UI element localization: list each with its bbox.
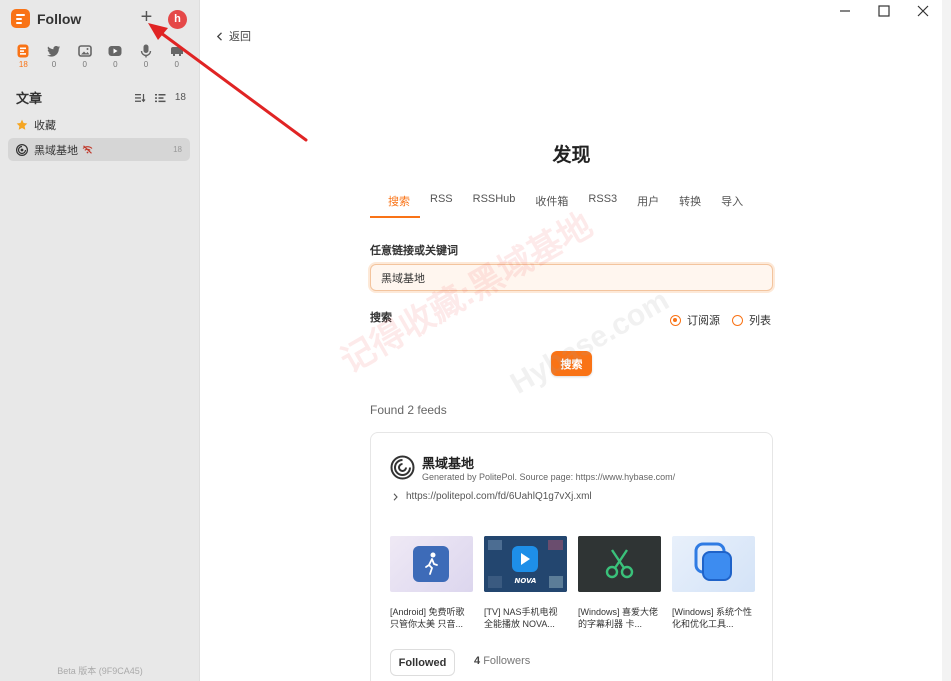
section-title: 文章 <box>16 91 43 106</box>
view-count: 0 <box>174 60 179 69</box>
twitter-icon <box>47 46 60 57</box>
chevron-right-icon <box>393 492 398 501</box>
section-count: 18 <box>174 92 186 103</box>
brand: Follow <box>11 9 81 28</box>
entry-title: [TV] NAS手机电视 全能播放 NOVA... <box>484 607 558 629</box>
squares-app-icon <box>694 542 732 581</box>
view-tab-videos[interactable]: 0 <box>100 44 131 69</box>
section-header: 文章 18 <box>16 88 186 107</box>
view-tab-notifications[interactable]: 0 <box>161 44 192 69</box>
entry-title: [Android] 免费听歌 只管你太美 只音... <box>390 607 465 629</box>
chevron-left-icon <box>216 31 222 41</box>
add-feed-button[interactable]: + <box>137 7 156 28</box>
radio-feed[interactable]: 订阅源 <box>670 312 720 328</box>
scissors-app-icon <box>578 536 661 592</box>
view-count: 0 <box>113 60 118 69</box>
tab-transform[interactable]: 转换 <box>669 193 711 217</box>
entry-item[interactable]: NOVA [TV] NAS手机电视 全能播放 NOVA... <box>484 536 567 630</box>
picture-icon <box>77 45 92 57</box>
followed-button[interactable]: Followed <box>390 649 455 676</box>
sidebar-item-feed[interactable]: 黑域基地 18 <box>8 138 190 161</box>
tab-user[interactable]: 用户 <box>627 193 669 217</box>
keyword-input[interactable] <box>370 264 773 291</box>
discover-tabs: 搜索 RSS RSSHub 收件箱 RSS3 用户 转换 导入 <box>370 193 753 218</box>
feed-url-text: https://politepol.com/fd/6UahlQ1g7vXj.xm… <box>406 491 592 502</box>
entry-thumbnail <box>390 536 473 592</box>
feed-url[interactable]: https://politepol.com/fd/6UahlQ1g7vXj.xm… <box>393 491 592 502</box>
followers-number: 4 <box>474 655 481 667</box>
scrollbar[interactable] <box>942 0 951 681</box>
entry-title: [Windows] 系统个性化和优化工具... <box>672 607 753 629</box>
view-tab-articles[interactable]: 18 <box>8 44 39 69</box>
walking-app-icon <box>413 546 449 582</box>
close-icon[interactable] <box>916 4 930 18</box>
entry-thumbnail: NOVA <box>484 536 567 592</box>
microphone-icon <box>140 44 152 58</box>
page-title: 发现 <box>552 145 591 166</box>
feed-title[interactable]: 黑域基地 <box>422 453 474 472</box>
tab-rsshub[interactable]: RSSHub <box>463 193 526 217</box>
back-label: 返回 <box>229 31 251 43</box>
feed-count: 18 <box>173 145 182 154</box>
keyword-field-label: 任意链接或关键词 <box>370 245 458 257</box>
tab-rss[interactable]: RSS <box>420 193 463 217</box>
feed-logo-icon <box>390 455 415 480</box>
app-name: Follow <box>37 10 82 27</box>
radio-list[interactable]: 列表 <box>732 312 771 328</box>
watermark-site: Hybase.com <box>505 283 675 401</box>
view-tab-audio[interactable]: 0 <box>131 44 162 69</box>
feed-logo-icon <box>16 143 28 156</box>
search-button[interactable]: 搜索 <box>551 351 592 376</box>
feed-description: Generated by PolitePol. Source page: htt… <box>422 472 676 482</box>
entry-thumbnail <box>578 536 661 592</box>
entry-item[interactable]: [Windows] 喜爱大佬的字幕利器 卡... <box>578 536 661 630</box>
followers-label: Followers <box>483 655 531 667</box>
feed-entries: [Android] 免费听歌 只管你太美 只音... NOVA [TV] NAS… <box>390 536 755 630</box>
sidebar: Follow + h 18 0 0 0 0 0 文章 18 收藏 黑域基地 18… <box>0 0 200 681</box>
tab-import[interactable]: 导入 <box>711 193 753 217</box>
list-toggle-icon[interactable] <box>154 93 166 103</box>
radio-dot <box>732 314 743 326</box>
view-count: 0 <box>82 60 87 69</box>
tab-search[interactable]: 搜索 <box>370 193 420 218</box>
avatar[interactable]: h <box>168 10 187 29</box>
radio-list-label: 列表 <box>749 315 771 327</box>
view-tabs: 18 0 0 0 0 0 <box>8 44 192 69</box>
radio-feed-label: 订阅源 <box>687 315 720 327</box>
tab-inbox[interactable]: 收件箱 <box>525 193 578 217</box>
feed-name: 黑域基地 <box>34 144 78 157</box>
found-count: Found 2 feeds <box>370 403 447 417</box>
view-count: 18 <box>18 60 28 69</box>
maximize-icon[interactable] <box>877 4 891 18</box>
star-icon <box>16 119 28 130</box>
wifi-off-icon <box>82 145 93 154</box>
search-type-radio-group: 订阅源 列表 <box>670 312 771 328</box>
view-count: 0 <box>51 60 57 69</box>
minimize-icon[interactable] <box>838 4 852 18</box>
favorites-label: 收藏 <box>34 120 56 132</box>
view-tab-social[interactable]: 0 <box>39 44 70 69</box>
tab-rss3[interactable]: RSS3 <box>578 193 627 217</box>
sort-icon[interactable] <box>134 93 146 103</box>
entry-item[interactable]: [Android] 免费听歌 只管你太美 只音... <box>390 536 473 630</box>
entry-title: [Windows] 喜爱大佬的字幕利器 卡... <box>578 607 659 629</box>
entry-item[interactable]: [Windows] 系统个性化和优化工具... <box>672 536 755 630</box>
view-tab-pictures[interactable]: 0 <box>69 44 100 69</box>
followers-count: 4 Followers <box>474 655 530 667</box>
view-count: 0 <box>143 60 149 69</box>
feed-result-card: 黑域基地 Generated by PolitePol. Source page… <box>370 432 773 681</box>
back-button[interactable]: 返回 <box>216 28 251 44</box>
nova-app-icon: NOVA <box>484 536 567 592</box>
radio-dot-checked <box>670 314 681 326</box>
article-icon <box>17 44 29 58</box>
notification-icon <box>170 47 183 56</box>
beta-version: Beta 版本 (9F9CA45) <box>57 666 143 676</box>
search-type-label: 搜索 <box>370 312 392 324</box>
video-icon <box>108 46 122 56</box>
sidebar-item-favorites[interactable]: 收藏 <box>16 117 56 133</box>
follow-logo-icon <box>11 9 30 28</box>
entry-thumbnail <box>672 536 755 592</box>
svg-text:NOVA: NOVA <box>515 577 537 585</box>
